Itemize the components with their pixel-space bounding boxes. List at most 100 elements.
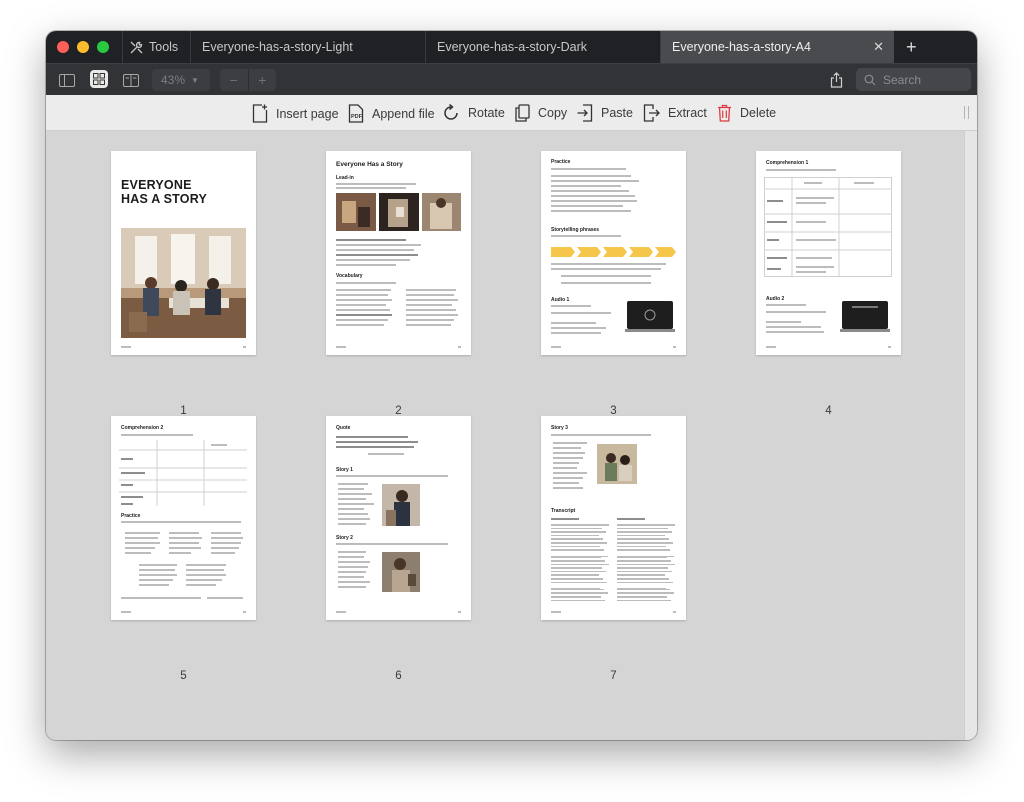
transcript-line <box>617 570 672 573</box>
story-photo <box>597 444 637 484</box>
page-thumbnail-4[interactable]: Comprehension 1 Audio 2 <box>756 151 901 355</box>
two-page-view-button[interactable] <box>122 70 140 90</box>
page-number-4: 4 <box>825 405 832 417</box>
page-thumbnail-7[interactable]: Story 3 Transcript <box>541 416 686 620</box>
page-thumbnail-1[interactable]: EVERYONE HAS A STORY <box>111 151 256 355</box>
share-icon <box>830 72 842 88</box>
share-button[interactable] <box>828 70 844 90</box>
transcript-line <box>551 599 605 602</box>
transcript-line <box>617 531 672 533</box>
extract-button[interactable]: Extract <box>643 104 707 122</box>
close-tab-icon[interactable]: ✕ <box>873 39 884 55</box>
transcript-line <box>551 578 603 580</box>
insert-page-button[interactable]: Insert page <box>252 104 339 123</box>
toolbar-grip-handle[interactable] <box>964 106 969 119</box>
copy-icon <box>515 104 530 122</box>
view-toolbar: 43% ▼ − + Search <box>46 63 977 96</box>
zoom-select[interactable]: 43% ▼ <box>152 69 210 91</box>
transcript-line <box>551 534 599 537</box>
rotate-label: Rotate <box>468 106 505 120</box>
search-placeholder: Search <box>883 72 922 87</box>
page-actions-bar: Insert page PDF Append file Rotate Copy … <box>46 95 977 131</box>
search-field[interactable]: Search <box>856 68 971 91</box>
search-icon <box>864 74 876 85</box>
page-thumbnail-5[interactable]: Comprehension 2 Practice <box>111 416 256 620</box>
story-photo <box>382 484 420 526</box>
section-heading: Storytelling phrases <box>551 227 600 233</box>
book-icon <box>123 73 139 87</box>
page-grid: EVERYONE HAS A STORY 1 Everyone Has a St… <box>46 131 964 740</box>
transcript-line <box>617 556 667 558</box>
minimize-window-button[interactable] <box>77 41 89 53</box>
transcript-line <box>551 567 602 569</box>
vertical-scrollbar[interactable] <box>964 131 977 740</box>
svg-text:PDF: PDF <box>351 114 363 120</box>
delete-button[interactable]: Delete <box>717 104 776 122</box>
page-thumbnail-6[interactable]: Quote Story 1 Story 2 <box>326 416 471 620</box>
transcript-line <box>551 574 599 576</box>
page-number-7: 7 <box>610 670 617 682</box>
insert-page-label: Insert page <box>276 106 339 121</box>
copy-label: Copy <box>538 106 568 120</box>
comprehension-table <box>764 177 892 277</box>
paste-button[interactable]: Paste <box>577 104 633 122</box>
cover-title-line2: HAS A STORY <box>121 192 208 206</box>
transcript-line <box>551 581 607 584</box>
rotate-button[interactable]: Rotate <box>442 104 505 122</box>
close-window-button[interactable] <box>57 41 69 53</box>
transcript-line <box>551 531 606 533</box>
paste-label: Paste <box>601 106 633 120</box>
phrase-arrows <box>551 247 676 257</box>
video-player-thumbnail <box>840 301 890 332</box>
transcript-line <box>617 578 669 580</box>
page-number-5: 5 <box>180 670 187 682</box>
section-heading: Audio 1 <box>551 297 570 303</box>
append-file-button[interactable]: PDF Append file <box>348 104 435 123</box>
section-heading: Story 2 <box>336 535 353 541</box>
page-heading: Story 3 <box>551 425 568 431</box>
tab-label: Everyone-has-a-story-Dark <box>437 40 588 54</box>
transcript-line <box>617 560 671 562</box>
tab-everyone-has-a-story-a4[interactable]: Everyone-has-a-story-A4 ✕ <box>660 31 894 63</box>
page-heading: Comprehension 2 <box>121 425 164 431</box>
page-footer <box>121 611 246 613</box>
trash-icon <box>718 104 731 122</box>
tools-icon <box>130 41 143 53</box>
zoom-in-button[interactable]: + <box>249 69 277 91</box>
page-thumbnail-2[interactable]: Everyone Has a Story Lead-in Vocabulary <box>326 151 471 355</box>
append-file-label: Append file <box>372 106 435 121</box>
page-thumbnail-3[interactable]: Practice Storytelling phrases Audio 1 <box>541 151 686 355</box>
transcript-line <box>617 588 670 591</box>
window-controls <box>46 31 122 63</box>
page-heading: Practice <box>551 159 571 165</box>
transcript-line <box>551 542 607 544</box>
cover-title-line1: EVERYONE <box>121 178 192 192</box>
transcript-line <box>617 563 675 566</box>
transcript-line <box>617 592 674 594</box>
copy-button[interactable]: Copy <box>515 104 567 122</box>
transcript-line <box>551 588 604 591</box>
transcript-line <box>617 574 665 576</box>
tab-everyone-has-a-story-light[interactable]: Everyone-has-a-story-Light <box>190 31 425 63</box>
grid-view-button[interactable] <box>90 70 108 88</box>
zoom-window-button[interactable] <box>97 41 109 53</box>
transcript-line <box>551 545 600 548</box>
tab-tools[interactable]: Tools <box>122 31 190 63</box>
sidebar-toggle-button[interactable] <box>58 70 76 90</box>
video-player-thumbnail <box>625 301 675 332</box>
zoom-out-button[interactable]: − <box>220 69 249 91</box>
tab-bar: Tools Everyone-has-a-story-Light Everyon… <box>46 31 977 63</box>
section-heading: Transcript <box>551 508 576 514</box>
transcript-line <box>551 538 603 540</box>
transcript-line <box>551 560 605 562</box>
page-heading: Comprehension 1 <box>766 160 809 166</box>
transcript-line <box>551 570 606 573</box>
paste-icon <box>577 104 593 122</box>
transcript-line <box>617 534 665 537</box>
transcript-line <box>617 599 671 602</box>
section-heading: Vocabulary <box>336 273 363 279</box>
new-tab-button[interactable]: + <box>894 31 977 63</box>
tab-everyone-has-a-story-dark[interactable]: Everyone-has-a-story-Dark <box>425 31 660 63</box>
transcript-line <box>617 596 667 598</box>
transcript-line <box>551 524 609 526</box>
